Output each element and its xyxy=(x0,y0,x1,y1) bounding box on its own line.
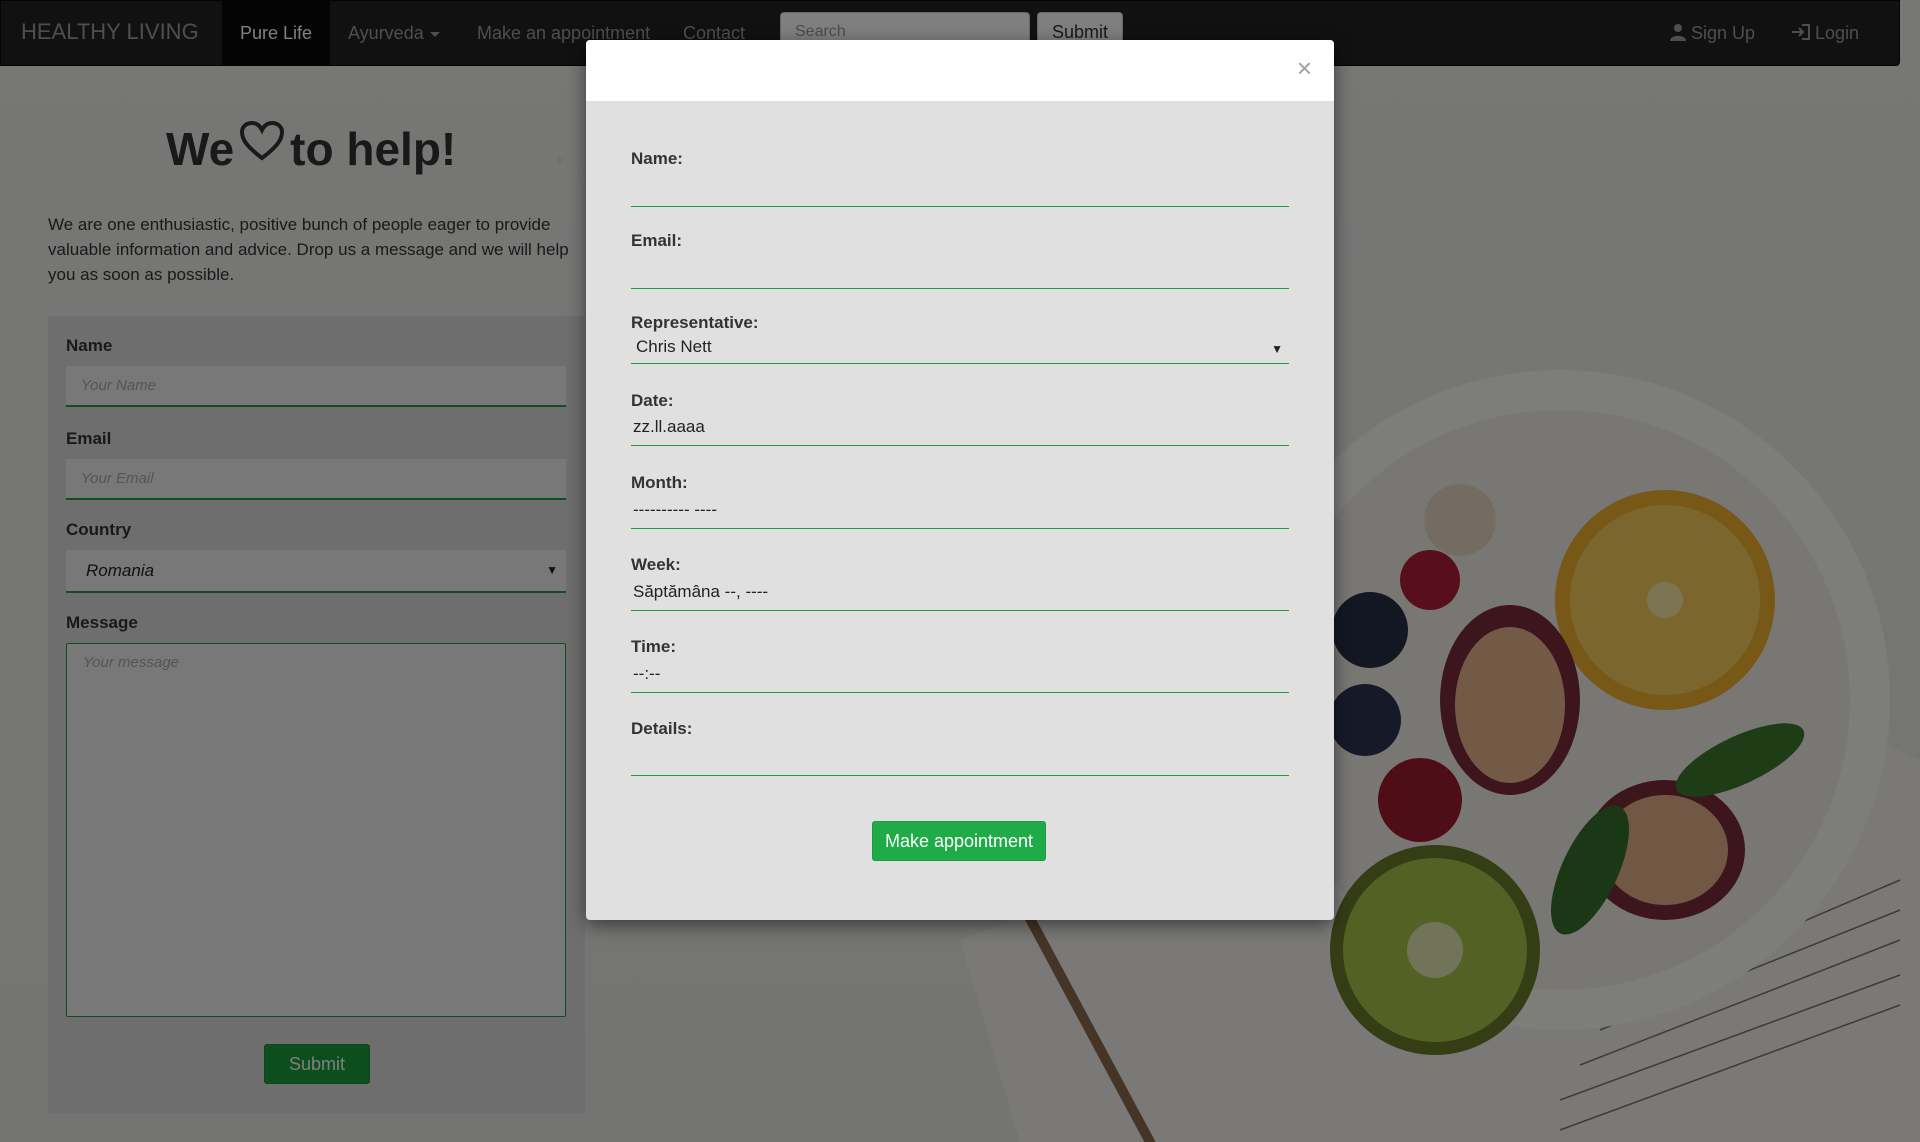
week-input[interactable]: Săptămâna --, ---- xyxy=(631,577,1289,611)
dropdown-arrow-icon: ▼ xyxy=(1271,342,1283,356)
modal-email-input[interactable] xyxy=(631,255,1289,289)
make-appointment-button[interactable]: Make appointment xyxy=(872,821,1046,861)
details-input[interactable] xyxy=(631,742,1289,776)
representative-value: Chris Nett xyxy=(636,337,712,356)
time-input[interactable]: --:-- xyxy=(631,659,1289,693)
representative-label: Representative: xyxy=(631,313,759,332)
time-label: Time: xyxy=(631,637,677,656)
appointment-modal: × Name: Email: Representative: Chris Net… xyxy=(586,40,1334,920)
modal-name-label: Name: xyxy=(631,149,683,168)
month-value: ---------- ---- xyxy=(633,500,717,519)
representative-select[interactable]: Chris Nett ▼ xyxy=(631,332,1289,364)
week-value: Săptămâna --, ---- xyxy=(633,582,769,601)
month-input[interactable]: ---------- ---- xyxy=(631,495,1289,529)
modal-name-input[interactable] xyxy=(631,173,1289,207)
modal-email-label: Email: xyxy=(631,231,683,250)
month-label: Month: xyxy=(631,473,688,492)
modal-header: × xyxy=(586,40,1334,101)
date-input[interactable]: zz.ll.aaaa xyxy=(631,412,1289,446)
details-label: Details: xyxy=(631,719,693,738)
time-value: --:-- xyxy=(633,664,661,683)
date-label: Date: xyxy=(631,391,674,410)
close-icon[interactable]: × xyxy=(1291,52,1318,85)
date-value: zz.ll.aaaa xyxy=(633,417,705,436)
week-label: Week: xyxy=(631,555,681,574)
